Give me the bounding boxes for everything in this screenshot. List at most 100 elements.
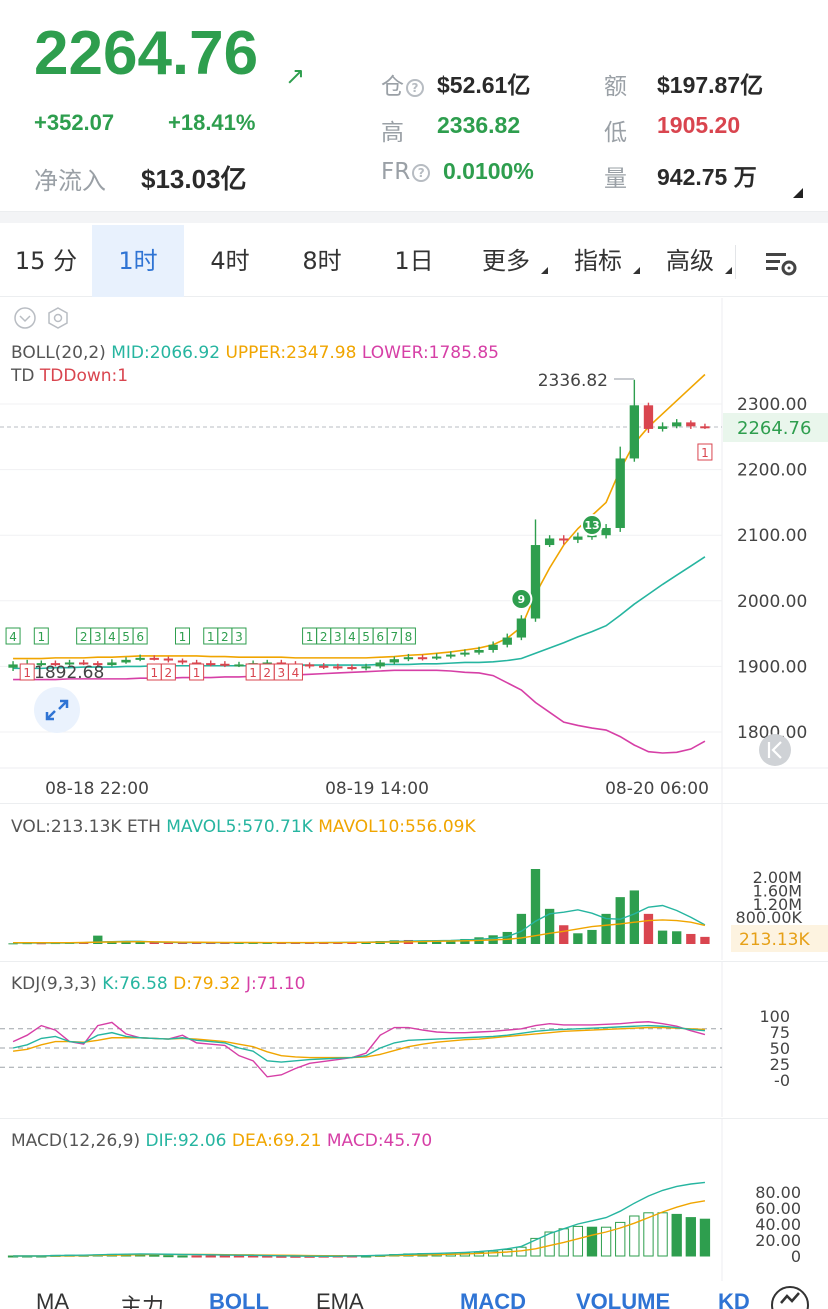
mavol5: MAVOL5:570.71K [166, 817, 313, 837]
indicator-kd[interactable]: KD [718, 1289, 750, 1309]
vol-legend-title: VOL:213.13K ETH [11, 817, 161, 837]
tab-1h[interactable]: 1时 [92, 225, 184, 297]
dropdown-triangle-icon [541, 267, 548, 274]
drawing-tool-icon[interactable] [770, 1283, 810, 1309]
indicator-volume[interactable]: VOLUME [576, 1289, 670, 1309]
expand-corner-icon[interactable] [793, 188, 803, 198]
indicator-boll[interactable]: BOLL [209, 1289, 269, 1309]
candle-body [601, 527, 611, 536]
help-icon[interactable]: ? [412, 163, 431, 182]
td-down-label: 3 [278, 666, 286, 680]
td-up-label: 5 [362, 630, 370, 644]
indicator-main-force[interactable]: 主力 [120, 1289, 164, 1309]
tab-1d[interactable]: 1日 [368, 225, 460, 297]
macd-bar [699, 1218, 711, 1257]
candle-body [8, 664, 18, 668]
dropdown-triangle-icon [725, 267, 732, 274]
indicator-ema[interactable]: EMA [316, 1289, 364, 1309]
kdj-axis: 100755025-0 [759, 1007, 790, 1090]
tab-advanced[interactable]: 高级 [644, 225, 736, 297]
price-tick-label: 2200.00 [737, 461, 807, 481]
candles [8, 379, 710, 671]
candle-body [544, 538, 555, 546]
volume-axis: 2.00M1.60M1.20M800.00K [736, 868, 803, 927]
td-up-label: 3 [94, 630, 102, 644]
volume-tag-label: 213.13K [739, 930, 810, 950]
high-label: 高 [381, 120, 404, 146]
last-price-tag-label: 2264.76 [737, 418, 811, 439]
candle-body [643, 405, 654, 429]
tab-advanced-label: 高级 [666, 247, 714, 275]
kdj-k-line [12, 1024, 706, 1063]
boll-lower: LOWER:1785.85 [361, 343, 499, 363]
candle-body [403, 657, 414, 660]
candle-body [573, 536, 583, 540]
td-up-label: 3 [334, 630, 342, 644]
macd-legend: MACD(12,26,9) DIF:92.06 DEA:69.21 MACD:4… [11, 1131, 432, 1151]
macd-bar [191, 1255, 202, 1258]
macd-bar [671, 1213, 682, 1257]
td-up-label: 1 [306, 630, 314, 644]
boll-mid-line [13, 556, 706, 670]
td-up-label: 1 [207, 630, 215, 644]
macd-bar [177, 1255, 188, 1258]
candle-body [121, 659, 131, 663]
collapse-icon[interactable] [14, 307, 36, 329]
macd-bar [163, 1255, 174, 1258]
volume-bar [615, 897, 625, 944]
td-down-label: 2 [165, 666, 173, 680]
volume-label: 量 [604, 166, 627, 192]
candle-body [319, 665, 329, 668]
td-down-label: 2 [263, 666, 271, 680]
candle-body [206, 663, 216, 666]
volume-bar [629, 890, 639, 944]
help-icon[interactable]: ? [406, 78, 424, 97]
tab-8h[interactable]: 8时 [276, 225, 368, 297]
settings-hex-icon[interactable] [48, 307, 68, 329]
indicator-macd[interactable]: MACD [460, 1289, 526, 1309]
td-up-label: 3 [235, 630, 243, 644]
chart-settings-icon[interactable] [764, 249, 800, 277]
tab-4h[interactable]: 4时 [184, 225, 276, 297]
time-axis: 08-18 22:00 08-19 14:00 08-20 06:00 [45, 779, 709, 799]
candle-body [672, 422, 682, 427]
kdj-legend: KDJ(9,3,3) K:76.58 D:79.32 J:71.10 [11, 974, 305, 994]
candle-body [474, 650, 484, 653]
tab-indicators[interactable]: 指标 [552, 225, 644, 297]
vol-legend: VOL:213.13K ETH MAVOL5:570.71K MAVOL10:5… [11, 817, 476, 837]
candle-body [657, 426, 668, 429]
tab-15m[interactable]: 15 分 [0, 225, 92, 297]
mavol10: MAVOL10:556.09K [318, 817, 476, 837]
volume-bar [657, 930, 668, 944]
macd-dif: DIF:92.06 [145, 1131, 227, 1151]
td-up-label: 5 [122, 630, 130, 644]
candle-body [629, 405, 639, 459]
candle-body [488, 644, 498, 650]
td-legend-value: TDDown:1 [39, 366, 129, 386]
open-interest-value: $52.61亿 [437, 72, 531, 98]
td-legend: TD TDDown:1 [11, 366, 128, 386]
macd-axis: 80.0060.0040.0020.000 [755, 1183, 801, 1266]
time-tick-label: 08-18 22:00 [45, 779, 149, 799]
volume-bars [8, 869, 710, 945]
tab-indicators-label: 指标 [574, 247, 622, 275]
candle-body [135, 657, 145, 660]
fullscreen-button[interactable] [34, 687, 80, 733]
price-tick-label: 2100.00 [737, 526, 807, 546]
candle-body [446, 654, 456, 657]
indicator-ma[interactable]: MA [36, 1289, 69, 1309]
boll-lower-line [13, 669, 706, 754]
candle-body [559, 538, 569, 541]
kdj-d-line [12, 1026, 705, 1059]
netflow-label: 净流入 [34, 167, 106, 195]
reset-view-button[interactable] [759, 734, 791, 766]
volume-bar [530, 869, 541, 944]
candle-body [234, 664, 244, 667]
candle-body [304, 664, 315, 667]
macd-value: MACD:45.70 [326, 1131, 433, 1151]
td-up-label: 8 [405, 630, 413, 644]
section-divider [0, 211, 828, 223]
candle-body [361, 666, 371, 669]
tab-more[interactable]: 更多 [460, 225, 552, 297]
candle-body [530, 545, 541, 619]
